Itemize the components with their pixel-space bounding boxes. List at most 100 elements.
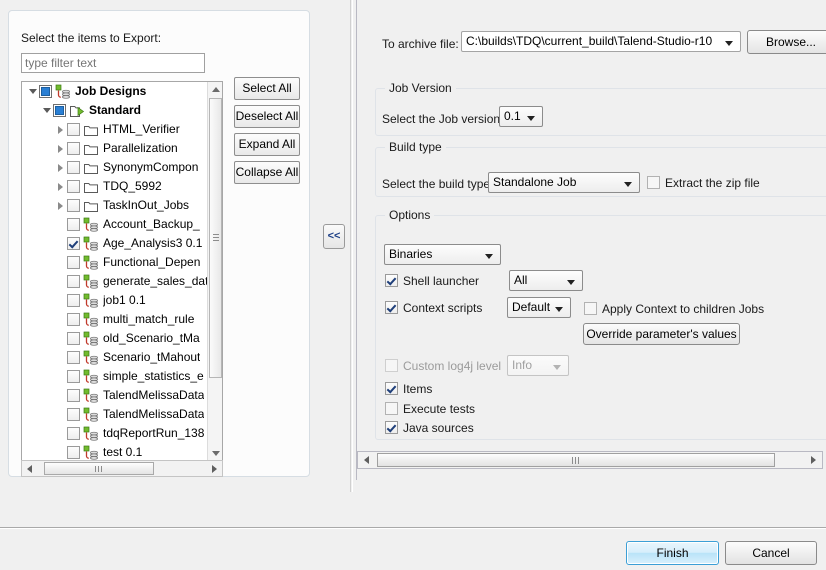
tree-item-checkbox[interactable] <box>67 446 80 459</box>
job-designs-icon <box>55 84 71 100</box>
deselect-all-button[interactable]: Deselect All <box>234 105 300 128</box>
archive-file-combo[interactable]: C:\builds\TDQ\current_build\Talend-Studi… <box>461 31 741 52</box>
tree-item-checkbox[interactable] <box>67 332 80 345</box>
tree-row[interactable]: generate_sales_dat <box>22 272 208 291</box>
tree-item-checkbox[interactable] <box>67 294 80 307</box>
panel-divider-highlight <box>352 0 353 492</box>
tree-item-checkbox[interactable] <box>67 351 80 364</box>
tree-row[interactable]: Standard <box>22 101 208 120</box>
items-checkbox[interactable] <box>385 382 398 395</box>
tree-row[interactable]: old_Scenario_tMa <box>22 329 208 348</box>
tree-item-checkbox[interactable] <box>67 142 80 155</box>
tree-item-checkbox[interactable] <box>67 389 80 402</box>
scroll-up-arrow-icon[interactable] <box>208 82 222 97</box>
right-panel-horizontal-scrollbar[interactable] <box>357 451 823 469</box>
tree-item-checkbox[interactable] <box>67 161 80 174</box>
context-scripts-checkbox[interactable] <box>385 301 398 314</box>
tree-row[interactable]: simple_statistics_e <box>22 367 208 386</box>
java-sources-checkbox[interactable] <box>385 421 398 434</box>
job-version-combo[interactable]: 0.1 <box>499 106 543 127</box>
tree-row[interactable]: TalendMelissaData <box>22 405 208 424</box>
tree-horizontal-scrollbar[interactable] <box>21 460 223 477</box>
expand-arrow-icon[interactable] <box>28 82 39 101</box>
tree-item-checkbox[interactable] <box>53 104 66 117</box>
tree-item-checkbox[interactable] <box>67 123 80 136</box>
tree-item-checkbox[interactable] <box>67 237 80 250</box>
scroll-left-arrow-icon[interactable] <box>22 461 38 476</box>
tree-row[interactable]: multi_match_rule <box>22 310 208 329</box>
tree-row[interactable]: tdqReportRun_138 <box>22 424 208 443</box>
tree-row[interactable]: job1 0.1 <box>22 291 208 310</box>
shell-launcher-combo[interactable]: All <box>509 270 583 291</box>
binaries-combo[interactable]: Binaries <box>384 244 501 265</box>
collapse-panel-button[interactable]: << <box>323 224 345 249</box>
tree-row[interactable]: Job Designs <box>22 82 208 101</box>
tree-item-checkbox[interactable] <box>67 370 80 383</box>
select-all-button[interactable]: Select All <box>234 77 300 100</box>
shell-launcher-label: Shell launcher <box>403 274 480 288</box>
custom-log4j-combo[interactable]: Info <box>507 355 569 376</box>
tree-row[interactable]: TalendMelissaData <box>22 386 208 405</box>
tree-rows-container: Job Designs Standard HTML_Verifier Parallel… <box>22 82 208 461</box>
horizontal-scroll-thumb[interactable] <box>377 453 775 467</box>
tree-item-checkbox[interactable] <box>39 85 52 98</box>
tree-row[interactable]: TaskInOut_Jobs <box>22 196 208 215</box>
tree-item-checkbox[interactable] <box>67 408 80 421</box>
tree-row[interactable]: TDQ_5992 <box>22 177 208 196</box>
apply-context-checkbox[interactable] <box>584 302 597 315</box>
job-icon <box>83 274 99 290</box>
tree-vertical-scrollbar[interactable] <box>207 82 222 461</box>
context-scripts-combo[interactable]: Default <box>507 297 571 318</box>
tree-item-checkbox[interactable] <box>67 275 80 288</box>
scroll-down-arrow-icon[interactable] <box>208 446 222 461</box>
vertical-scroll-thumb[interactable] <box>209 98 222 378</box>
tree-item-label: old_Scenario_tMa <box>103 331 200 345</box>
tree-item-label: TDQ_5992 <box>103 179 162 193</box>
finish-button[interactable]: Finish <box>626 541 719 565</box>
custom-log4j-checkbox[interactable] <box>385 359 398 372</box>
tree-row[interactable]: HTML_Verifier <box>22 120 208 139</box>
collapse-arrow-icon[interactable] <box>56 177 67 196</box>
scroll-left-arrow-icon[interactable] <box>358 452 375 468</box>
job-icon <box>83 369 99 385</box>
tree-item-checkbox[interactable] <box>67 199 80 212</box>
tree-row[interactable]: Scenario_tMahout <box>22 348 208 367</box>
tree-row[interactable]: Account_Backup_ <box>22 215 208 234</box>
expand-arrow-icon[interactable] <box>42 101 53 120</box>
tree-item-label: test 0.1 <box>103 445 143 459</box>
extract-zip-checkbox[interactable] <box>647 176 660 189</box>
shell-launcher-checkbox[interactable] <box>385 274 398 287</box>
cancel-button[interactable]: Cancel <box>725 541 817 565</box>
tree-row[interactable]: SynonymCompon <box>22 158 208 177</box>
execute-tests-checkbox[interactable] <box>385 402 398 415</box>
tree-item-checkbox[interactable] <box>67 427 80 440</box>
build-type-combo[interactable]: Standalone Job <box>488 172 640 193</box>
tree-row[interactable]: Parallelization <box>22 139 208 158</box>
tree-item-label: Functional_Depen <box>103 255 201 269</box>
expand-all-button[interactable]: Expand All <box>234 133 300 156</box>
collapse-arrow-icon[interactable] <box>56 139 67 158</box>
scroll-right-arrow-icon[interactable] <box>206 461 222 476</box>
tree-item-checkbox[interactable] <box>67 180 80 193</box>
collapse-arrow-icon[interactable] <box>56 120 67 139</box>
tree-item-checkbox[interactable] <box>67 218 80 231</box>
collapse-arrow-icon[interactable] <box>56 196 67 215</box>
tree-row[interactable]: Age_Analysis3 0.1 <box>22 234 208 253</box>
browse-button[interactable]: Browse... <box>747 30 826 54</box>
tree-item-label: multi_match_rule <box>103 312 195 326</box>
collapse-all-button[interactable]: Collapse All <box>234 161 300 184</box>
tree-row[interactable]: Functional_Depen <box>22 253 208 272</box>
tree-item-checkbox[interactable] <box>67 313 80 326</box>
collapse-arrow-icon[interactable] <box>56 158 67 177</box>
tree-row[interactable]: test 0.1 <box>22 443 208 461</box>
tree-item-checkbox[interactable] <box>67 256 80 269</box>
items-tree[interactable]: Job Designs Standard HTML_Verifier Parallel… <box>21 81 223 462</box>
scroll-right-arrow-icon[interactable] <box>805 452 822 468</box>
horizontal-scroll-thumb[interactable] <box>44 462 154 475</box>
override-parameters-button[interactable]: Override parameter's values <box>583 323 740 345</box>
filter-input[interactable] <box>21 53 205 73</box>
java-sources-label: Java sources <box>403 421 474 435</box>
